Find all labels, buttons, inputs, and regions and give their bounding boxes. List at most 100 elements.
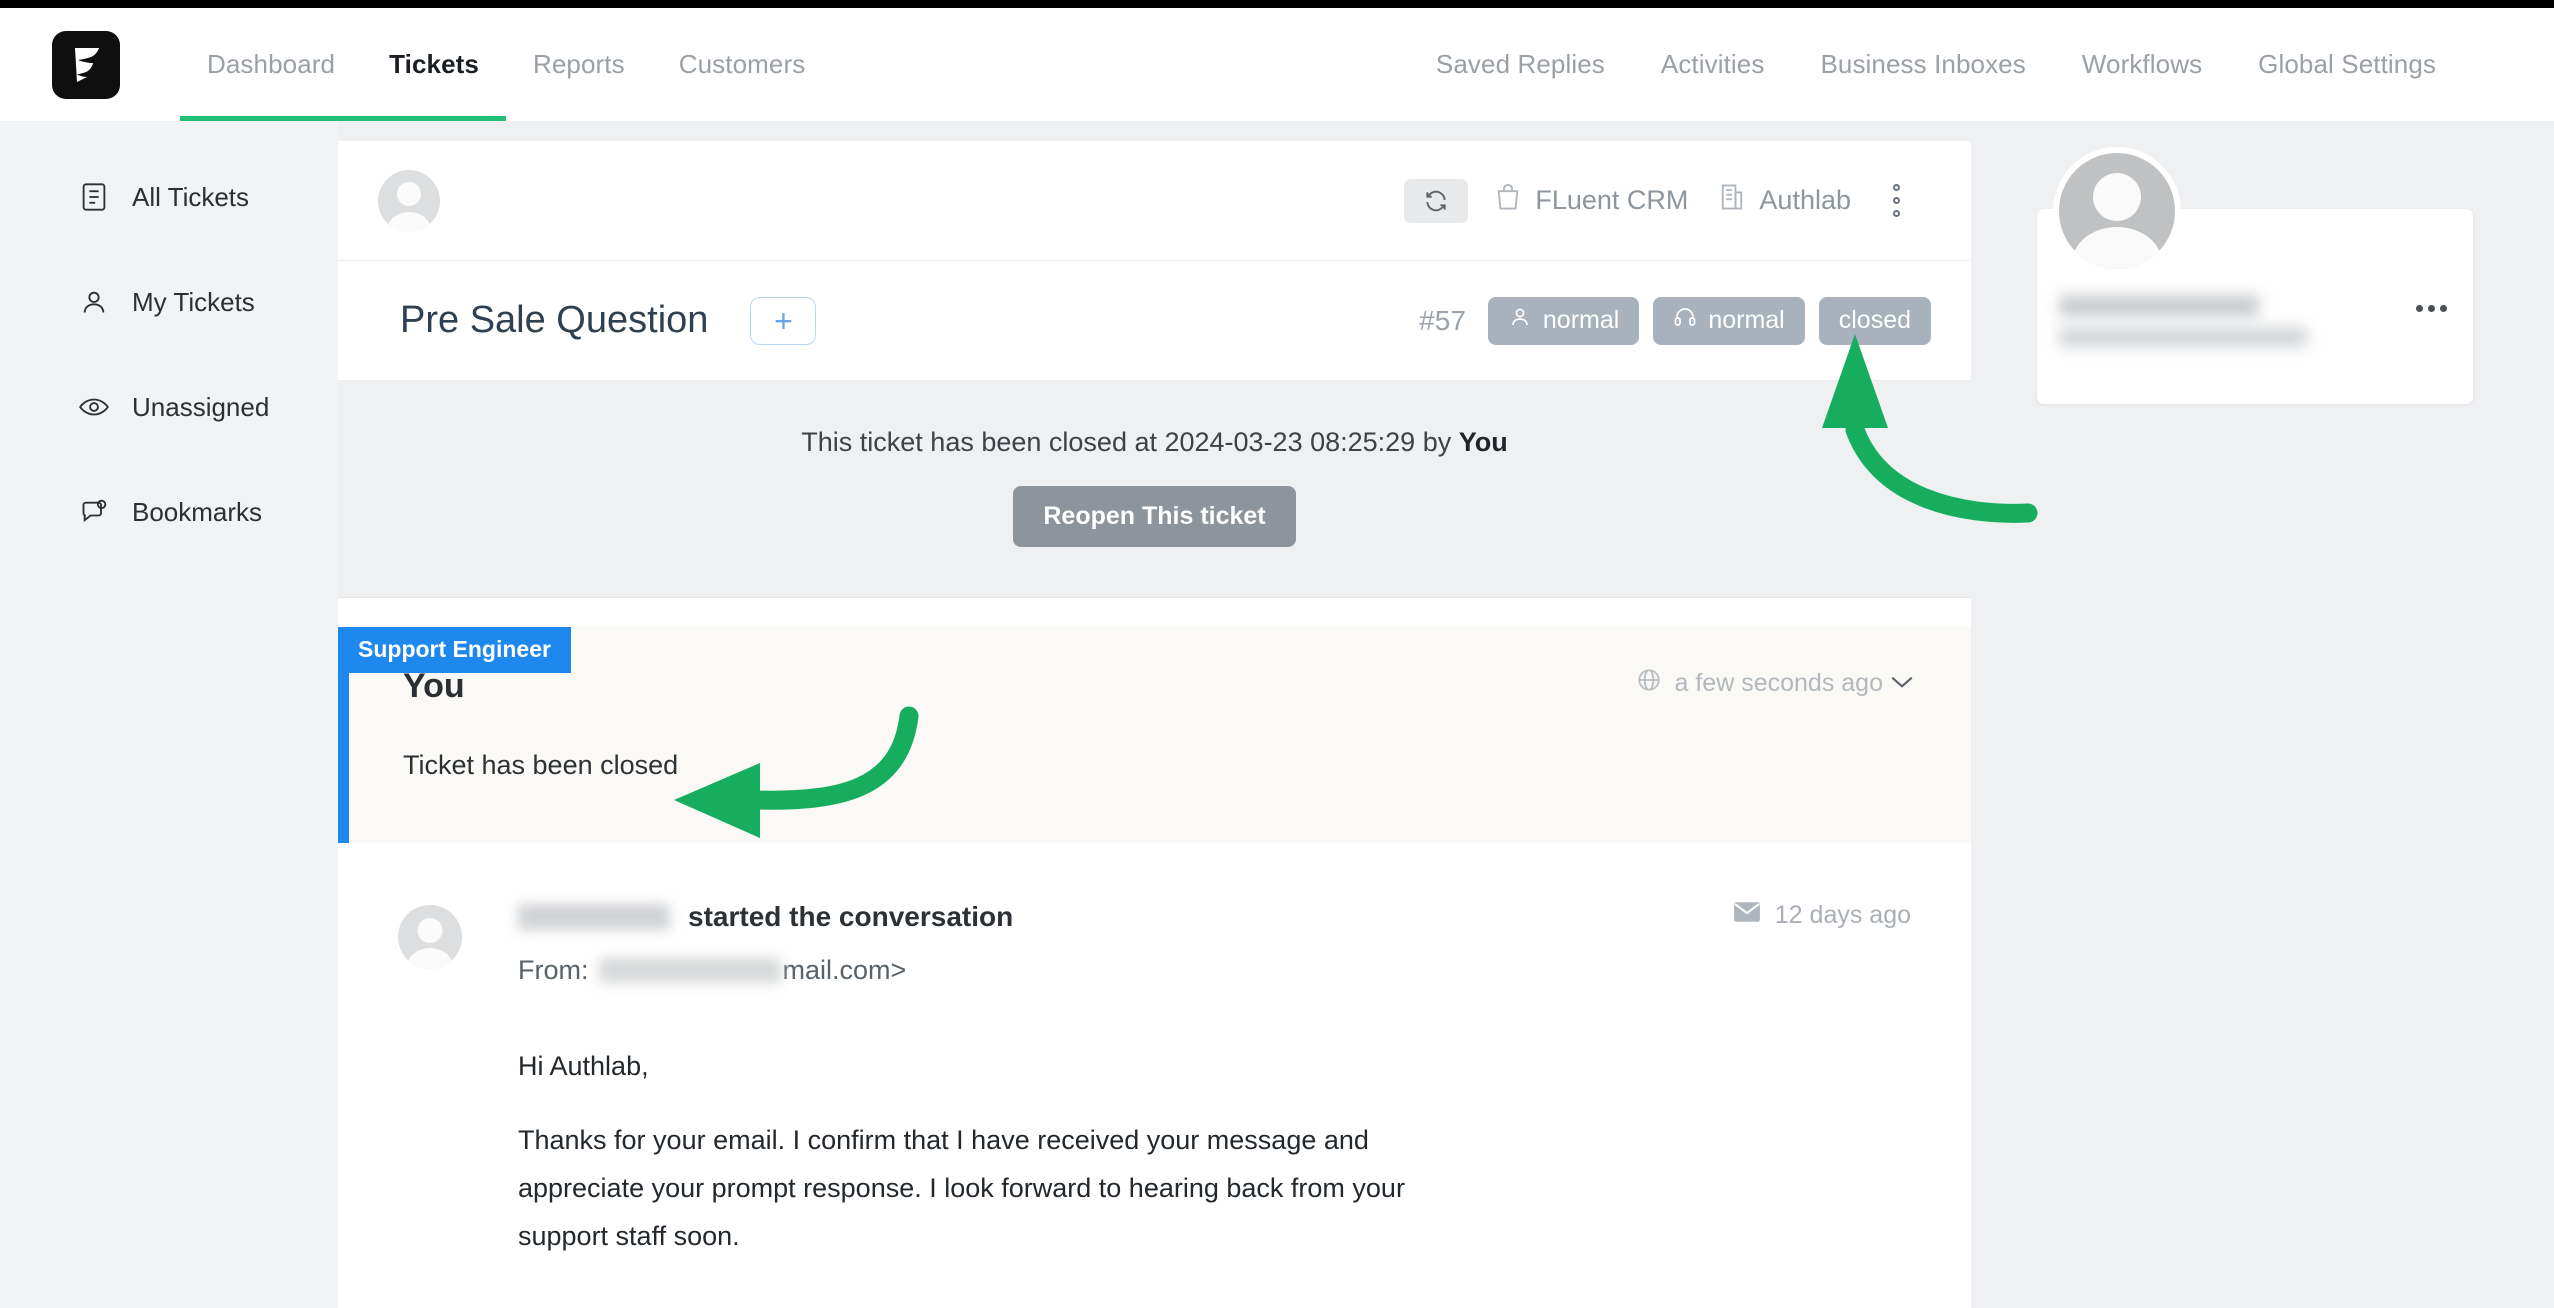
- product-tag[interactable]: FLuent CRM: [1494, 182, 1688, 219]
- nav-item-business-inboxes[interactable]: Business Inboxes: [1792, 8, 2053, 121]
- conversation-starter-line: started the conversation: [518, 901, 1013, 933]
- nav-item-workflows[interactable]: Workflows: [2054, 8, 2230, 121]
- closed-notice-text: This ticket has been closed at 2024-03-2…: [338, 427, 1971, 458]
- business-label: Authlab: [1759, 185, 1851, 215]
- nav-item-saved-replies[interactable]: Saved Replies: [1408, 8, 1633, 121]
- conversation-header: started the conversation From: mail.com>: [398, 901, 1911, 986]
- sidebar-item-label: All Tickets: [132, 181, 250, 212]
- status-badge-customer-priority[interactable]: normal: [1487, 296, 1640, 345]
- redacted-contact-name: [2059, 295, 2259, 317]
- avatar: [398, 905, 462, 969]
- sidebar-item-label: Unassigned: [132, 391, 270, 422]
- conversation-block: started the conversation From: mail.com>: [338, 843, 1971, 1308]
- secondary-nav: Saved Replies Activities Business Inboxe…: [1408, 8, 2464, 121]
- from-suffix: mail.com>: [782, 955, 907, 985]
- sidebar-item-bookmarks[interactable]: Bookmarks: [0, 484, 338, 540]
- eye-icon: [78, 391, 110, 423]
- role-tag-support-engineer: Support Engineer: [338, 627, 571, 673]
- nav-label: Customers: [678, 49, 806, 79]
- contact-card: [2037, 147, 2473, 404]
- ticket-badges: #57 normal normal closed: [1419, 296, 1931, 345]
- redacted-customer-name: [518, 904, 670, 930]
- reply-timestamp[interactable]: a few seconds ago: [1636, 667, 1915, 700]
- conversation-meta: started the conversation From: mail.com>: [518, 901, 1013, 986]
- badge-label: normal: [1708, 306, 1785, 334]
- nav-item-activities[interactable]: Activities: [1633, 8, 1793, 121]
- customer-panel: [1971, 121, 2554, 1308]
- add-tag-button[interactable]: +: [750, 296, 817, 345]
- headset-icon: [1673, 305, 1708, 336]
- nav-label: Saved Replies: [1435, 49, 1605, 79]
- conversation-starter-suffix: started the conversation: [688, 901, 1014, 932]
- conversation-timestamp: 12 days ago: [1733, 901, 1911, 930]
- building-icon: [1718, 182, 1759, 219]
- sidebar-item-label: Bookmarks: [132, 496, 263, 527]
- avatar: [378, 169, 440, 232]
- sidebar-item-label: My Tickets: [132, 286, 255, 317]
- conversation-from-line: From: mail.com>: [518, 955, 1013, 986]
- message-body: Hi Authlab, Thanks for your email. I con…: [518, 1042, 1458, 1260]
- user-icon: [1508, 305, 1543, 336]
- sidebar: All Tickets My Tickets Unassigned Bookma…: [0, 121, 338, 1308]
- reply-block: Support Engineer You a few seconds ago T…: [338, 627, 1971, 843]
- chevron-down-icon[interactable]: [1889, 669, 1915, 698]
- ticket-detail-column: FLuent CRM Authlab Pre Sale Question + #…: [338, 141, 1971, 1308]
- envelope-icon: [1733, 901, 1775, 930]
- globe-icon: [1636, 667, 1662, 700]
- ticket-toolbar: FLuent CRM Authlab: [338, 141, 1971, 261]
- refresh-icon[interactable]: [1404, 178, 1469, 223]
- user-icon: [78, 286, 110, 318]
- nav-item-reports[interactable]: Reports: [506, 8, 652, 121]
- nav-label: Reports: [532, 49, 625, 79]
- closed-notice-actor: You: [1458, 427, 1508, 457]
- nav-item-customers[interactable]: Customers: [652, 8, 833, 121]
- nav-label: Dashboard: [207, 49, 336, 79]
- primary-nav: Dashboard Tickets Reports Customers: [180, 8, 832, 121]
- badge-label: closed: [1838, 306, 1911, 334]
- fluent-support-logo-icon[interactable]: [52, 30, 120, 99]
- product-label: FLuent CRM: [1535, 185, 1689, 215]
- page-title: Pre Sale Question: [400, 299, 709, 341]
- bag-icon: [1494, 182, 1535, 219]
- nav-label: Workflows: [2081, 49, 2203, 79]
- ticket-toolbar-actions: FLuent CRM Authlab: [1404, 178, 1911, 223]
- business-tag[interactable]: Authlab: [1718, 182, 1851, 219]
- status-badge-closed[interactable]: closed: [1818, 296, 1931, 345]
- sidebar-item-unassigned[interactable]: Unassigned: [0, 379, 338, 435]
- list-document-icon: [78, 181, 110, 213]
- reply-box: You a few seconds ago Ticket has been cl…: [338, 627, 1971, 843]
- app-header: Dashboard Tickets Reports Customers Save…: [0, 8, 2554, 121]
- ticket-closed-notice: This ticket has been closed at 2024-03-2…: [338, 381, 1971, 598]
- reply-header: You a few seconds ago: [403, 667, 1915, 706]
- sidebar-item-all-tickets[interactable]: All Tickets: [0, 169, 338, 225]
- app-screen: Dashboard Tickets Reports Customers Save…: [0, 0, 2554, 1308]
- three-dots-horizontal-icon[interactable]: [2416, 305, 2447, 312]
- reply-time-label: a few seconds ago: [1674, 669, 1883, 697]
- conversation-time-label: 12 days ago: [1774, 901, 1911, 929]
- nav-item-tickets[interactable]: Tickets: [362, 8, 506, 121]
- nav-label: Activities: [1660, 49, 1765, 79]
- message-paragraph: Thanks for your email. I confirm that I …: [518, 1125, 1405, 1252]
- reopen-ticket-button[interactable]: Reopen This ticket: [1013, 486, 1296, 547]
- nav-item-dashboard[interactable]: Dashboard: [180, 8, 363, 121]
- redacted-contact-email: [2059, 327, 2307, 347]
- badge-label: normal: [1542, 306, 1620, 334]
- closed-notice-prefix: This ticket has been closed at 2024-03-2…: [801, 427, 1459, 457]
- redacted-customer-email: [598, 958, 781, 983]
- nav-label: Tickets: [389, 49, 479, 79]
- chat-at-icon: [78, 496, 110, 528]
- nav-label: Business Inboxes: [1820, 49, 2026, 79]
- ticket-id: #57: [1419, 304, 1466, 336]
- from-label: From:: [518, 955, 589, 985]
- nav-label: Global Settings: [2258, 49, 2436, 79]
- ticket-card: FLuent CRM Authlab Pre Sale Question + #…: [338, 141, 1971, 1308]
- three-dots-vertical-icon[interactable]: [1881, 179, 1911, 223]
- avatar-placeholder-icon[interactable]: [2053, 147, 2181, 275]
- body-wrap: All Tickets My Tickets Unassigned Bookma…: [0, 121, 2554, 1308]
- ticket-title-row: Pre Sale Question + #57 normal normal cl…: [338, 261, 1971, 381]
- sidebar-item-my-tickets[interactable]: My Tickets: [0, 274, 338, 330]
- message-paragraph: Hi Authlab,: [518, 1051, 649, 1081]
- status-badge-agent-priority[interactable]: normal: [1653, 296, 1805, 345]
- nav-item-global-settings[interactable]: Global Settings: [2230, 8, 2464, 121]
- reply-body: Ticket has been closed: [403, 750, 679, 780]
